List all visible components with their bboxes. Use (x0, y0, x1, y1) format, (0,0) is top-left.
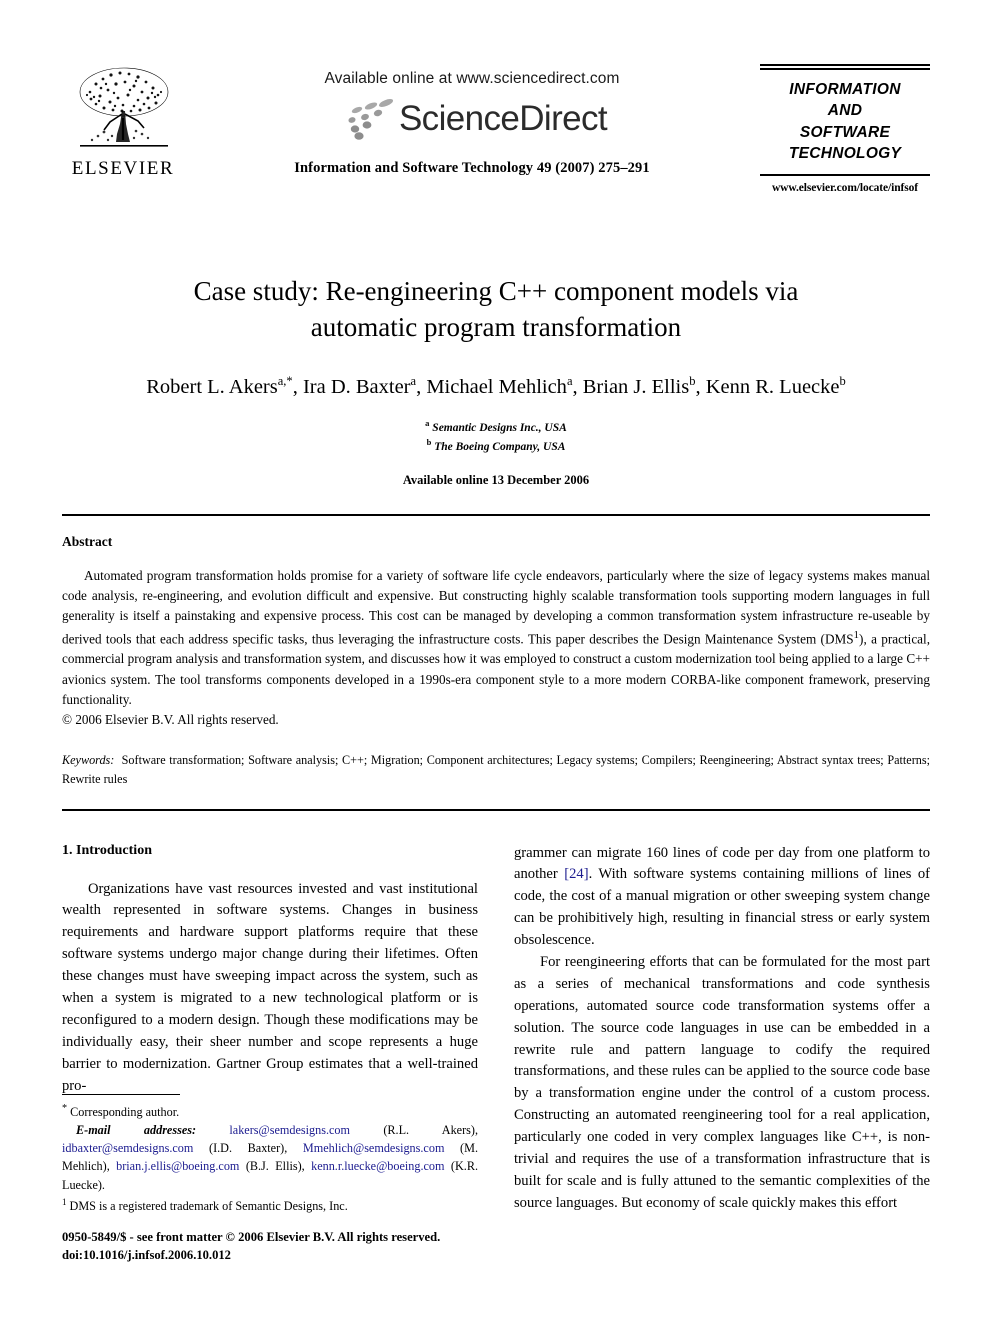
affiliation-mark: a (425, 417, 430, 428)
affiliation-mark: b (426, 437, 432, 448)
email-link[interactable]: kenn.r.luecke@boeing.com (311, 1159, 444, 1173)
author-separator: , (416, 376, 427, 399)
email-owner: (B.J. Ellis) (245, 1159, 302, 1174)
sciencedirect-logo: ScienceDirect (184, 94, 760, 142)
email-link[interactable]: Mmehlich@semdesigns.com (303, 1141, 445, 1155)
author-marks: a,* (277, 374, 293, 389)
issn-copyright-line: 0950-5849/$ - see front matter © 2006 El… (62, 1230, 441, 1245)
body-columns: 1. Introduction Organizations have vast … (62, 843, 930, 1215)
footnote-1-text: DMS is a registered trademark of Semanti… (69, 1198, 348, 1213)
sciencedirect-swoosh-icon (348, 99, 393, 140)
abstract-copyright: © 2006 Elsevier B.V. All rights reserved… (62, 712, 279, 728)
author-separator: , (292, 376, 303, 399)
journal-masthead: INFORMATION AND SOFTWARE TECHNOLOGY www.… (760, 62, 930, 194)
author: Ira D. Baxtera (302, 374, 416, 399)
email-link[interactable]: lakers@semdesigns.com (229, 1123, 350, 1137)
title-block: Case study: Re-engineering C++ component… (62, 274, 930, 488)
footnote-corresponding-text: Corresponding author. (70, 1105, 180, 1120)
left-column: 1. Introduction Organizations have vast … (62, 843, 478, 1215)
affiliation-list: a Semantic Designs Inc., USA b The Boein… (62, 417, 930, 456)
author-name: Robert L. Akers (146, 376, 278, 399)
abstract-bottom-rule (62, 808, 930, 811)
footnote-block: * Corresponding author. E-mail addresses… (62, 1101, 478, 1214)
journal-title: INFORMATION AND SOFTWARE TECHNOLOGY (760, 79, 930, 165)
paper-first-page: ELSEVIER Available online at www.science… (0, 0, 992, 1323)
author-separator: , (572, 376, 583, 399)
affiliation-text: The Boeing Company, USA (434, 441, 566, 454)
abstract-top-rule (62, 513, 930, 516)
author-name: Brian J. Ellis (582, 376, 690, 399)
title-line-1: Case study: Re-engineering C++ component… (193, 276, 799, 306)
journal-title-line-2: AND (827, 102, 863, 120)
keywords-text: Software transformation; Software analys… (62, 752, 930, 786)
email-addresses-label: E-mail addresses: (76, 1123, 197, 1138)
affiliation: b The Boeing Company, USA (62, 436, 930, 456)
page-footer: 0950-5849/$ - see front matter © 2006 El… (62, 1229, 440, 1265)
sciencedirect-wordmark: ScienceDirect (398, 98, 608, 138)
page-title: Case study: Re-engineering C++ component… (146, 274, 846, 345)
journal-title-line-3: SOFTWARE (799, 123, 891, 141)
author-list: Robert L. Akersa,*, Ira D. Baxtera, Mich… (62, 373, 930, 400)
author-marks: b (839, 374, 846, 389)
footnote-corresponding-author: * Corresponding author. (62, 1101, 478, 1121)
paragraph-continued: grammer can migrate 160 lines of code pe… (514, 843, 930, 952)
keywords: Keywords: Software transformation; Softw… (62, 751, 930, 789)
section-heading-introduction: 1. Introduction (62, 842, 152, 858)
author: Robert L. Akersa,* (146, 374, 293, 399)
doi-line: doi:10.1016/j.infsof.2006.10.012 (62, 1248, 231, 1263)
elsevier-wordmark: ELSEVIER (71, 158, 175, 179)
citation-link[interactable]: [24] (564, 866, 588, 882)
paragraph: Organizations have vast resources invest… (62, 880, 478, 1094)
author: Kenn R. Lueckeb (705, 374, 846, 399)
available-online-date: Available online 13 December 2006 (402, 472, 590, 487)
right-column: grammer can migrate 160 lines of code pe… (514, 843, 930, 1215)
author-separator: , (695, 376, 706, 399)
elsevier-logo: ELSEVIER (62, 62, 184, 178)
email-owner: (R.L. Akers) (383, 1123, 475, 1138)
affiliation: a Semantic Designs Inc., USA (62, 417, 930, 437)
author-name: Michael Mehlich (426, 376, 567, 399)
journal-title-line-1: INFORMATION (789, 81, 901, 98)
footnote-1-marker: 1 (62, 1196, 67, 1207)
elsevier-tree-icon (79, 67, 169, 147)
footnote-separator-rule (62, 1094, 180, 1096)
email-link[interactable]: brian.j.ellis@boeing.com (116, 1159, 239, 1173)
author-name: Kenn R. Luecke (705, 376, 840, 399)
keywords-label: Keywords: (62, 752, 115, 767)
journal-url: www.elsevier.com/locate/infsof (771, 181, 919, 194)
journal-reference: Information and Software Technology 49 (… (294, 160, 650, 176)
footnote-star-marker: * (62, 1103, 68, 1115)
author: Brian J. Ellisb (582, 374, 696, 399)
abstract-heading: Abstract (62, 533, 113, 549)
author: Michael Mehlicha (426, 374, 572, 399)
masthead: ELSEVIER Available online at www.science… (62, 0, 930, 212)
masthead-bottom-rule (760, 173, 930, 176)
footnote-email-addresses: E-mail addresses: lakers@semdesigns.com … (62, 1123, 479, 1192)
author-name: Ira D. Baxter (302, 376, 411, 399)
journal-title-line-4: TECHNOLOGY (788, 145, 902, 163)
title-line-2: automatic program transformation (310, 311, 682, 342)
available-online-text: Available online at www.sciencedirect.co… (324, 70, 620, 87)
footnote-dms-trademark: 1 DMS is a registered trademark of Seman… (62, 1196, 478, 1215)
masthead-top-rule (760, 64, 930, 70)
email-owner: (I.D. Baxter) (209, 1141, 285, 1156)
email-link[interactable]: idbaxter@semdesigns.com (62, 1141, 193, 1155)
abstract-text-part-1: Automated program transformation holds p… (62, 567, 930, 647)
paragraph: For reengineering efforts that can be fo… (514, 954, 930, 1211)
sciencedirect-block: Available online at www.sciencedirect.co… (184, 62, 760, 177)
abstract-text: Automated program transformation holds p… (62, 566, 930, 711)
footnote-area: * Corresponding author. E-mail addresses… (62, 1094, 478, 1214)
affiliation-text: Semantic Designs Inc., USA (432, 421, 567, 434)
